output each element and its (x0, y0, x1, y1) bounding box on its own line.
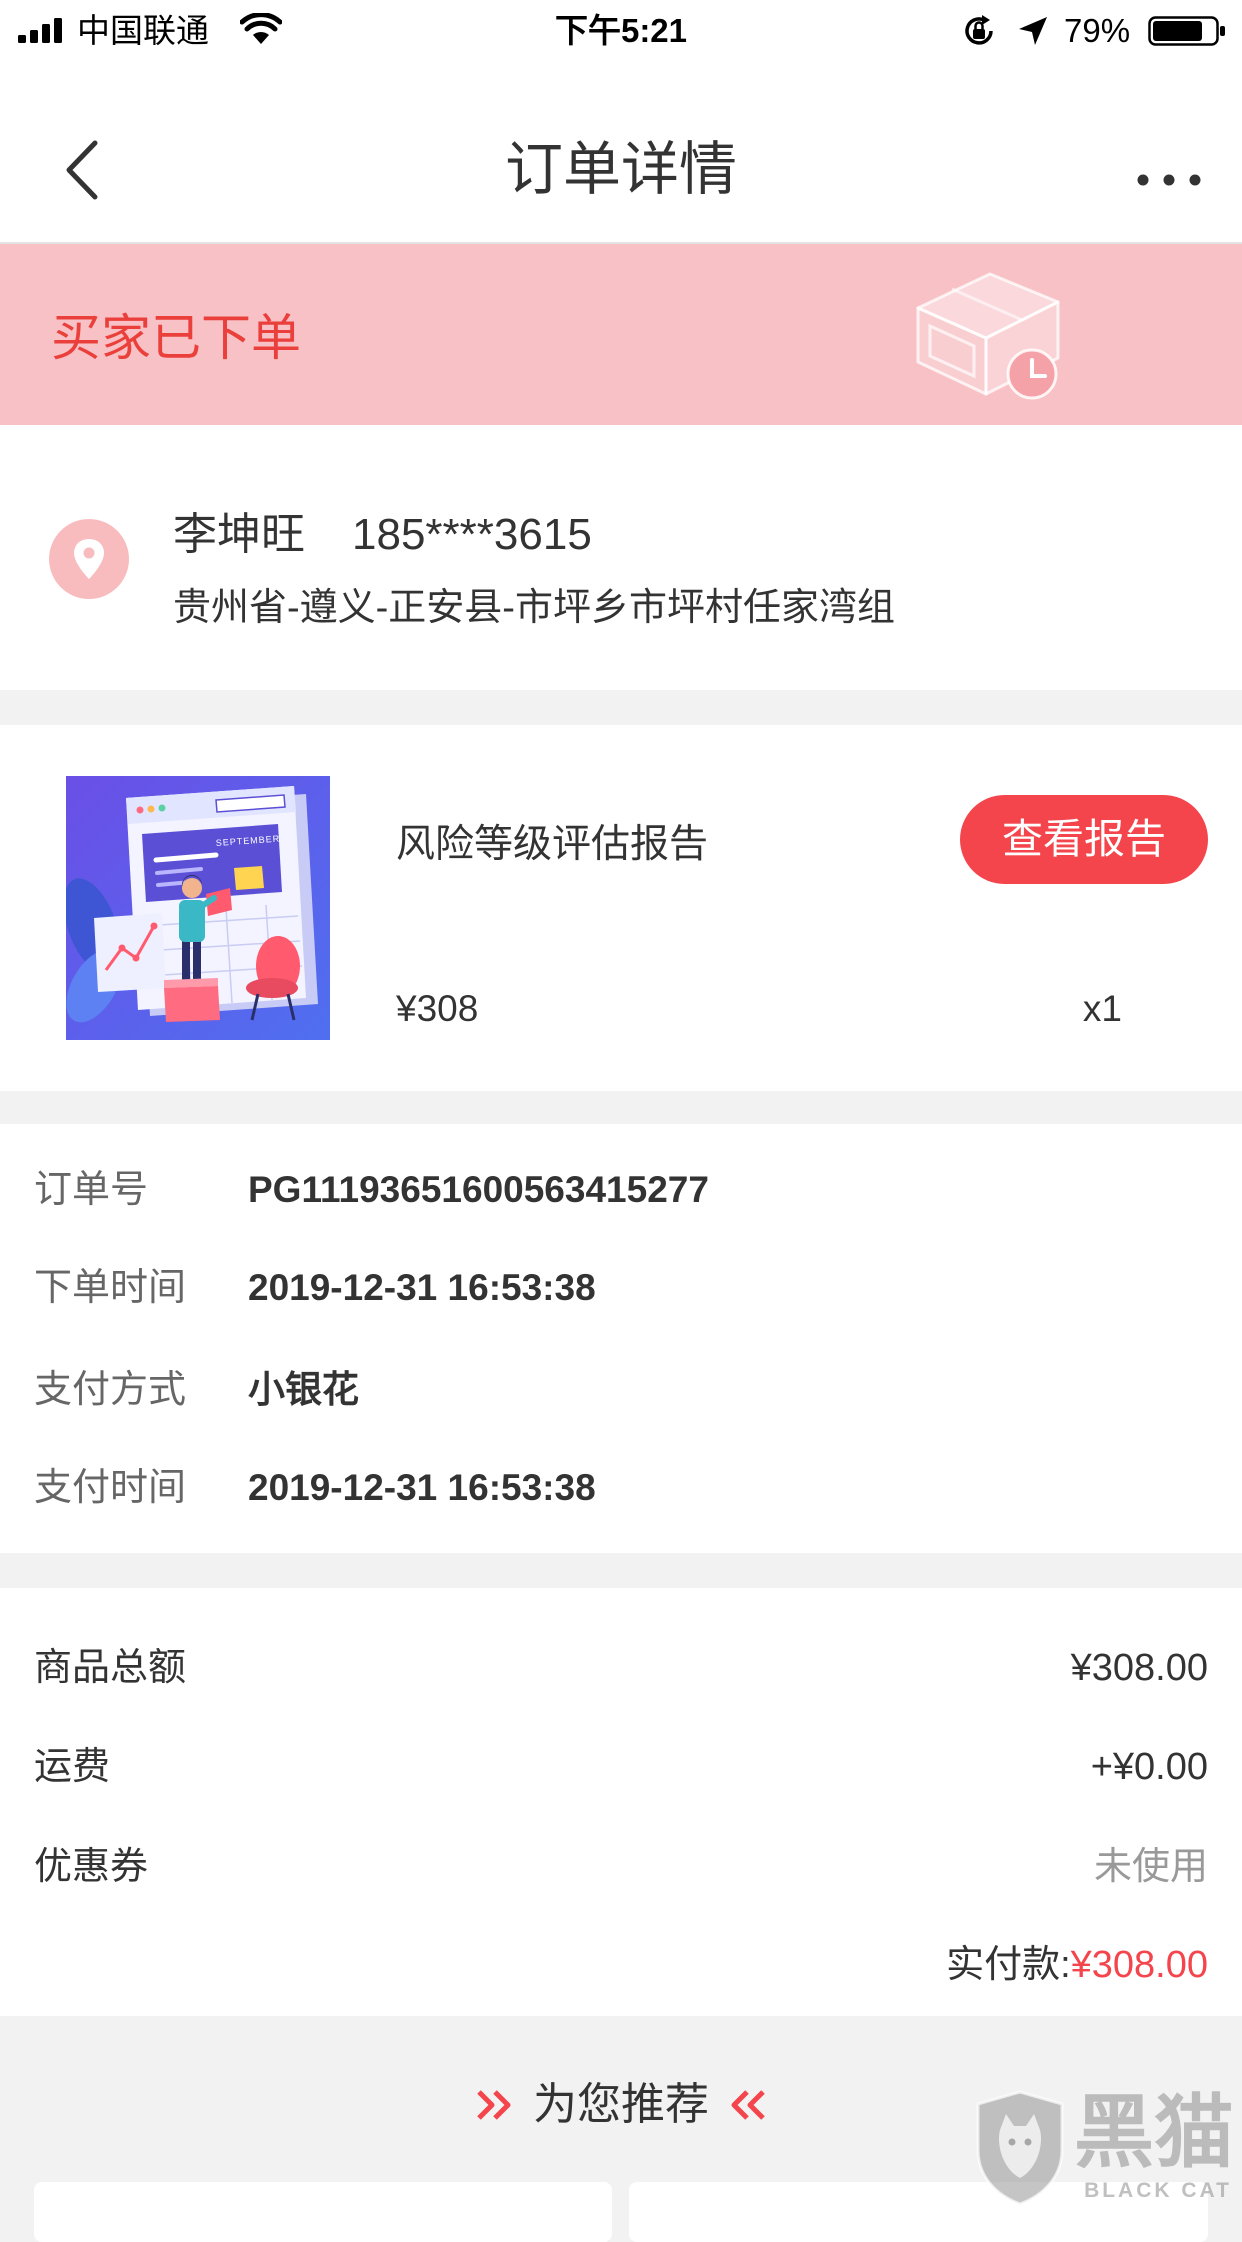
double-chevron-left-icon (731, 2090, 765, 2120)
recipient-phone: 185****3615 (352, 510, 592, 559)
product-price: ¥308 (396, 988, 479, 1029)
price-summary-card: 商品总额 ¥308.00 运费 +¥0.00 优惠券 未使用 实付款:¥308.… (0, 1588, 1242, 2016)
product-card: SEPTEMBER 风险等级评估报告 查看报告 ¥308 x1 (0, 725, 1242, 1091)
coupon-label: 优惠券 (34, 1846, 149, 1888)
view-report-button-label: 查看报告 (1002, 816, 1166, 862)
battery-fill (1153, 21, 1202, 41)
location-arrow-icon (1019, 17, 1047, 45)
recommend-title: 为您推荐 (533, 2080, 709, 2129)
page-title: 订单详情 (504, 137, 737, 202)
package-clock-icon (916, 272, 1060, 400)
product-title[interactable]: 风险等级评估报告 (396, 820, 708, 870)
subtotal-value: ¥308.00 (1070, 1647, 1208, 1689)
nav-bar: 订单详情 (0, 62, 1242, 244)
order-info-card: 订单号 PG11193651600563415277 下单时间 2019-12-… (0, 1124, 1242, 1553)
battery-percent: 79% (1064, 12, 1131, 49)
product-thumbnail-image[interactable]: SEPTEMBER (66, 776, 330, 1040)
orientation-lock-icon (965, 15, 993, 45)
watermark-logo-text: 黑猫 (1074, 2088, 1234, 2177)
order-time-label: 下单时间 (34, 1267, 187, 1309)
location-pin-icon (49, 519, 129, 599)
payment-method-label: 支付方式 (34, 1369, 187, 1411)
view-report-button[interactable]: 查看报告 (960, 795, 1208, 884)
watermark-logo-subtext: BLACK CAT (1084, 2179, 1232, 2202)
total-paid: 实付款:¥308.00 (946, 1940, 1208, 1990)
more-dots-icon[interactable] (1136, 173, 1202, 187)
double-chevron-right-icon (477, 2090, 511, 2120)
order-time-value: 2019-12-31 16:53:38 (248, 1267, 596, 1308)
coupon-value[interactable]: 未使用 (1094, 1842, 1208, 1892)
order-number-value[interactable]: PG11193651600563415277 (248, 1165, 709, 1215)
recipient-name: 李坤旺 (173, 510, 305, 559)
total-paid-value: ¥308.00 (1070, 1944, 1208, 1986)
order-status-banner: 买家已下单 (0, 244, 1242, 425)
shipping-fee-value: +¥0.00 (1090, 1746, 1208, 1788)
product-quantity: x1 (1082, 988, 1122, 1029)
recipient-address: 贵州省-遵义-正安县-市坪乡市坪村任家湾组 (173, 587, 895, 629)
status-bar: 中国联通 下午5:21 79% (0, 0, 1242, 62)
battery-icon (1148, 16, 1225, 46)
shipping-address-card[interactable]: 李坤旺 185****3615 贵州省-遵义-正安县-市坪乡市坪村任家湾组 (0, 425, 1242, 690)
watermark: 黑猫 BLACK CAT (960, 2086, 1242, 2208)
payment-time-label: 支付时间 (34, 1467, 187, 1509)
subtotal-label: 商品总额 (34, 1647, 187, 1689)
payment-time-value: 2019-12-31 16:53:38 (248, 1467, 596, 1508)
cat-shield-logo-icon (976, 2090, 1064, 2206)
status-time: 下午5:21 (554, 12, 688, 49)
shipping-fee-label: 运费 (34, 1746, 111, 1788)
order-number-label: 订单号 (34, 1169, 149, 1211)
payment-method-value: 小银花 (248, 1369, 359, 1410)
total-paid-label: 实付款: (946, 1944, 1071, 1986)
recommend-card[interactable] (34, 2182, 612, 2242)
order-status-text: 买家已下单 (51, 310, 301, 366)
